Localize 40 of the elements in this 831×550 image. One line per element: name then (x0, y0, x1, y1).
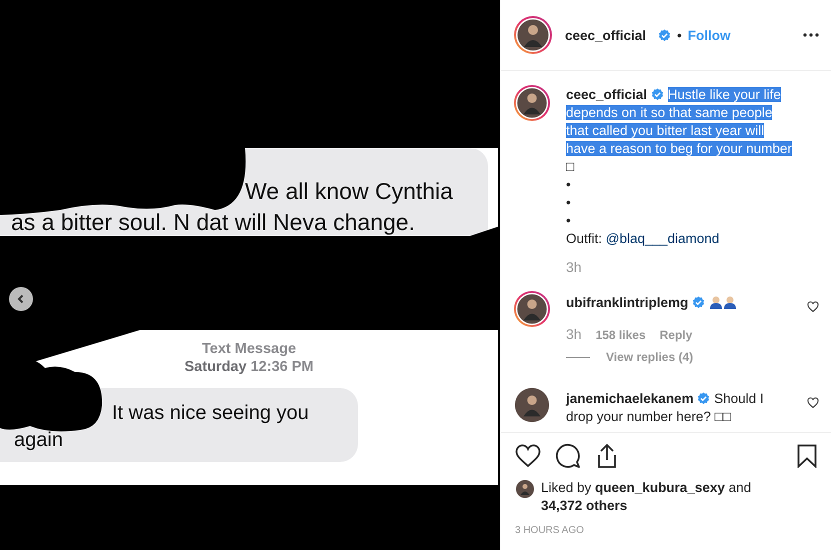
message-text: as a bitter soul. N dat will Neva change. (11, 208, 416, 237)
username-link[interactable]: ceec_official (565, 28, 646, 42)
user-avatar[interactable] (513, 290, 551, 328)
reply-link[interactable]: Reply (660, 328, 692, 342)
heart-icon[interactable] (515, 444, 541, 468)
person-emoji-icon (722, 295, 737, 309)
caption-time: 3h (566, 258, 583, 276)
comment-text: ubifranklintriplemg (566, 294, 792, 312)
likes-count-link[interactable]: 158 likes (596, 328, 646, 342)
message-text: It was nice seeing you (112, 401, 310, 426)
caption-line: • (566, 176, 571, 194)
heart-icon[interactable] (807, 301, 819, 313)
comment-text: janemichaelekanem Should I drop your number here? □□ (566, 390, 765, 426)
user-avatar[interactable] (513, 84, 551, 122)
view-replies-link[interactable]: View replies (4) (606, 350, 694, 364)
caption-line: • (566, 212, 571, 230)
caption-line: • (566, 194, 571, 212)
likes-summary: Liked by queen_kubura_sexy and 34,372 others (541, 479, 752, 515)
mention-link[interactable]: @blaq___diamond (606, 231, 720, 246)
user-avatar[interactable] (513, 386, 551, 424)
post-time: 3 HOURS AGO (515, 525, 585, 536)
user-avatar[interactable] (513, 15, 553, 55)
bookmark-icon[interactable] (797, 444, 817, 468)
outfit-credit: Outfit: @blaq___diamond (566, 230, 720, 248)
chevron-left-icon (16, 294, 26, 304)
message-text: again (14, 428, 64, 453)
message-text: We all know Cynthia (245, 177, 454, 206)
caption-text: ceec_official Hustle like your life depends on it so that same people that called you bitter last year will have a reason to beg for your number (566, 86, 793, 158)
more-options-icon[interactable] (803, 33, 819, 37)
comment-time: 3h (566, 326, 582, 342)
caption-line: □ (566, 158, 574, 176)
separator-dot: • (677, 28, 682, 42)
share-icon[interactable] (595, 443, 619, 469)
message-label: Text Message (200, 340, 298, 358)
person-emoji-icon (708, 295, 723, 309)
comment-icon[interactable] (555, 443, 581, 469)
heart-icon[interactable] (807, 397, 819, 409)
user-avatar[interactable] (515, 479, 535, 499)
follow-button[interactable]: Follow (688, 28, 731, 42)
message-time: Saturday 12:36 PM (184, 358, 314, 376)
